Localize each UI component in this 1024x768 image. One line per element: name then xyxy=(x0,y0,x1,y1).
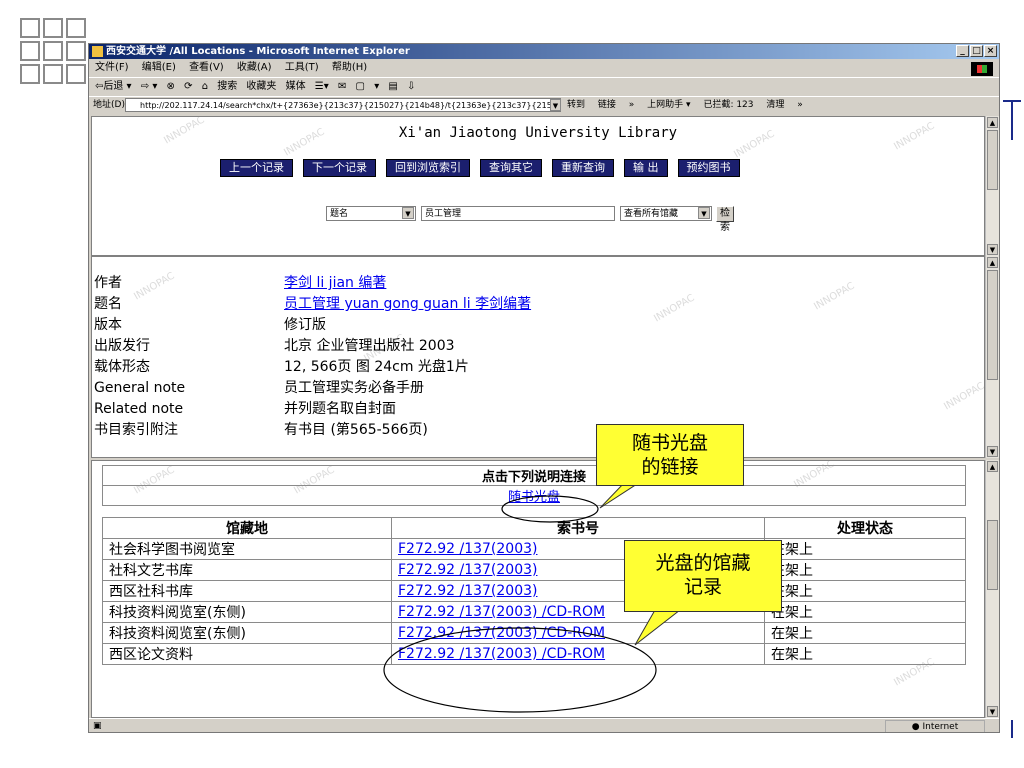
callout-disc-link: 随书光盘 的链接 xyxy=(596,424,744,486)
callout-pointer xyxy=(634,609,682,646)
annotation-overlay xyxy=(383,481,682,713)
disc-record-ellipse xyxy=(383,627,657,713)
disc-link-ellipse xyxy=(501,495,599,523)
callout-disc-record: 光盘的馆藏 记录 xyxy=(624,540,782,612)
